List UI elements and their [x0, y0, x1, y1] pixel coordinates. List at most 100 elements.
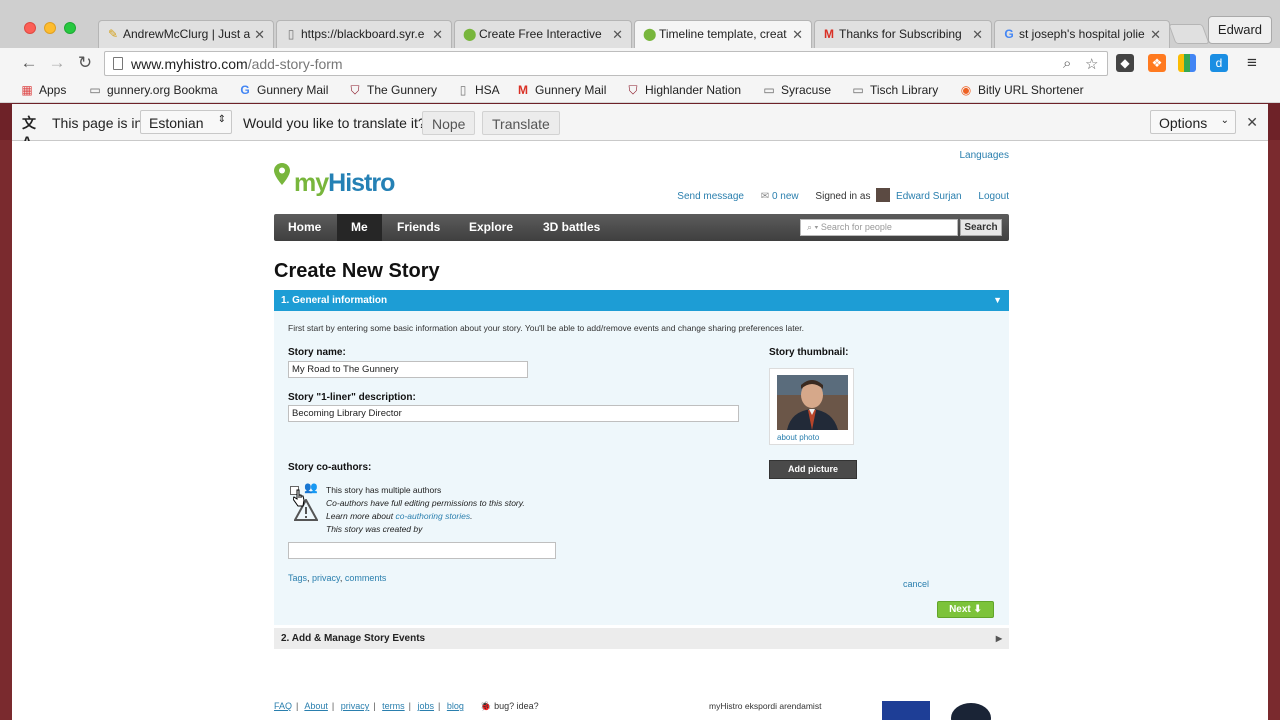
- translate-button[interactable]: Translate: [482, 111, 560, 135]
- nav-home[interactable]: Home: [274, 214, 335, 241]
- coauthor-input[interactable]: [288, 542, 556, 559]
- reload-icon[interactable]: ↻: [74, 52, 96, 74]
- bug-idea-link[interactable]: bug? idea?: [494, 701, 539, 711]
- browser-toolbar: ← → ↻ www.myhistro.com/add-story-form ⌕ …: [0, 48, 1280, 79]
- bookmark-apps[interactable]: ▦ Apps: [20, 83, 66, 97]
- google-icon: G: [240, 83, 250, 97]
- next-button[interactable]: Next ⬇: [937, 601, 994, 618]
- people-search-input[interactable]: ⌕ ▾ Search for people: [800, 219, 958, 236]
- new-messages-link[interactable]: 0 new: [772, 191, 799, 202]
- mouse-cursor-icon: [293, 489, 305, 507]
- section-story-events-header[interactable]: 2. Add & Manage Story Events ▶: [274, 628, 1009, 649]
- bookmark-tisch-library[interactable]: ▭ Tisch Library: [851, 83, 938, 97]
- close-icon[interactable]: ✕: [1246, 114, 1258, 131]
- footer-jobs[interactable]: jobs: [418, 701, 435, 711]
- shield-icon: ⛉: [350, 83, 360, 97]
- send-message-link[interactable]: Send message: [677, 191, 744, 202]
- footer-terms[interactable]: terms: [382, 701, 405, 711]
- nav-3d-battles[interactable]: 3D battles: [529, 214, 614, 241]
- thumbnail-photo[interactable]: [777, 375, 848, 430]
- bookmark-the-gunnery[interactable]: ⛉ The Gunnery: [348, 83, 437, 98]
- close-tab-icon[interactable]: ✕: [254, 27, 265, 43]
- cancel-link[interactable]: cancel: [903, 579, 929, 589]
- about-photo-link[interactable]: about photo: [777, 433, 819, 442]
- bookmark-highlander-nation[interactable]: ⛉ Highlander Nation: [626, 83, 741, 98]
- tab-andrewmcclurg[interactable]: ✎ AndrewMcClurg | Just a ✕: [98, 20, 274, 48]
- footer-privacy[interactable]: privacy: [341, 701, 370, 711]
- close-tab-icon[interactable]: ✕: [612, 27, 623, 43]
- story-name-input[interactable]: My Road to The Gunnery: [288, 361, 528, 378]
- logo-histro: Histro: [328, 169, 395, 197]
- menu-icon[interactable]: ≡: [1241, 52, 1263, 74]
- privacy-link[interactable]: privacy: [312, 573, 340, 583]
- close-window-button[interactable]: [24, 22, 36, 34]
- page-icon: ▯: [287, 27, 295, 41]
- section-general-information-header[interactable]: 1. General information ▼: [274, 290, 1009, 311]
- bookmark-star-icon[interactable]: ☆: [1085, 55, 1098, 73]
- language-select[interactable]: Estonian ⇕: [140, 110, 232, 134]
- bookmark-bitly[interactable]: ◉ Bitly URL Shortener: [959, 83, 1084, 97]
- tab-blackboard[interactable]: ▯ https://blackboard.syr.e ✕: [276, 20, 452, 48]
- tab-thanks-for-subscribing[interactable]: M Thanks for Subscribing ✕: [814, 20, 992, 48]
- footer-about[interactable]: About: [304, 701, 328, 711]
- address-bar[interactable]: www.myhistro.com/add-story-form ⌕ ☆: [104, 51, 1108, 76]
- coauthoring-stories-link[interactable]: co-authoring stories: [395, 511, 470, 521]
- pin-icon: ⬤: [643, 27, 657, 41]
- comments-link[interactable]: comments: [345, 573, 387, 583]
- extension-orange-icon[interactable]: ❖: [1148, 54, 1166, 72]
- bookmark-gunnery-mail[interactable]: G Gunnery Mail: [238, 83, 328, 97]
- tab-create-free-interactive[interactable]: ⬤ Create Free Interactive ✕: [454, 20, 632, 48]
- nav-me[interactable]: Me: [337, 214, 382, 241]
- folder-icon: ▭: [89, 83, 101, 97]
- partner-logo: [951, 703, 991, 720]
- browser-window: ✎ AndrewMcClurg | Just a ✕ ▯ https://bla…: [0, 0, 1280, 720]
- triangle-down-icon: ▼: [993, 295, 1002, 305]
- logout-link[interactable]: Logout: [978, 191, 1009, 202]
- logo-my: my: [294, 169, 329, 197]
- languages-link[interactable]: Languages: [960, 150, 1010, 161]
- pencil-icon: ✎: [107, 27, 119, 41]
- footer-blog[interactable]: blog: [447, 701, 464, 711]
- page-icon: [113, 57, 123, 70]
- multiple-authors-label: This story has multiple authors: [326, 485, 442, 495]
- profile-button[interactable]: Edward: [1207, 16, 1272, 44]
- nav-explore[interactable]: Explore: [455, 214, 527, 241]
- bookmark-syracuse[interactable]: ▭ Syracuse: [762, 83, 831, 97]
- oneliner-input[interactable]: Becoming Library Director: [288, 405, 739, 422]
- bookmark-hsa[interactable]: ▯ HSA: [456, 83, 500, 97]
- main-nav: Home Me Friends Explore 3D battles ⌕ ▾ S…: [274, 214, 1009, 241]
- options-select[interactable]: Options ⌄: [1150, 110, 1236, 134]
- coauthors-learn-more: Learn more about co-authoring stories.: [326, 511, 473, 521]
- user-name-link[interactable]: Edward Surjan: [896, 191, 962, 202]
- triangle-right-icon: ▶: [995, 634, 1002, 643]
- extension-d-icon[interactable]: d: [1210, 54, 1228, 72]
- close-tab-icon[interactable]: ✕: [792, 27, 803, 43]
- add-picture-button[interactable]: Add picture: [769, 460, 857, 479]
- minimize-window-button[interactable]: [44, 22, 56, 34]
- tab-strip: ✎ AndrewMcClurg | Just a ✕ ▯ https://bla…: [0, 0, 1280, 49]
- forward-arrow-icon[interactable]: →: [46, 52, 68, 74]
- estonia-support-text: myHistro ekspordi arendamist: [709, 701, 822, 711]
- bookmark-gunnery-bookmarks[interactable]: ▭ gunnery.org Bookma: [88, 83, 217, 97]
- envelope-icon: ✉: [760, 191, 770, 202]
- footer-faq[interactable]: FAQ: [274, 701, 292, 711]
- nope-button[interactable]: Nope: [422, 111, 476, 135]
- back-arrow-icon[interactable]: ←: [18, 52, 40, 74]
- translate-prefix: This page is in: [52, 115, 143, 131]
- evernote-extension-icon[interactable]: ◆: [1116, 54, 1134, 72]
- tags-link[interactable]: Tags: [288, 573, 307, 583]
- close-tab-icon[interactable]: ✕: [432, 27, 443, 43]
- gmail-icon: M: [518, 83, 528, 97]
- nav-friends[interactable]: Friends: [383, 214, 454, 241]
- zoom-window-button[interactable]: [64, 22, 76, 34]
- bug-icon: 🐞: [480, 701, 492, 711]
- extension-bars-icon[interactable]: [1178, 54, 1196, 72]
- tab-st-josephs[interactable]: G st joseph's hospital jolie ✕: [994, 20, 1170, 48]
- search-button[interactable]: Search: [960, 219, 1002, 236]
- bookmark-gunnery-mail-2[interactable]: M Gunnery Mail: [516, 83, 606, 97]
- search-icon[interactable]: ⌕: [1063, 55, 1071, 72]
- tab-timeline-template[interactable]: ⬤ Timeline template, creat ✕: [634, 20, 812, 49]
- close-tab-icon[interactable]: ✕: [1150, 27, 1161, 43]
- close-tab-icon[interactable]: ✕: [972, 27, 983, 43]
- new-tab-button[interactable]: [1168, 24, 1210, 44]
